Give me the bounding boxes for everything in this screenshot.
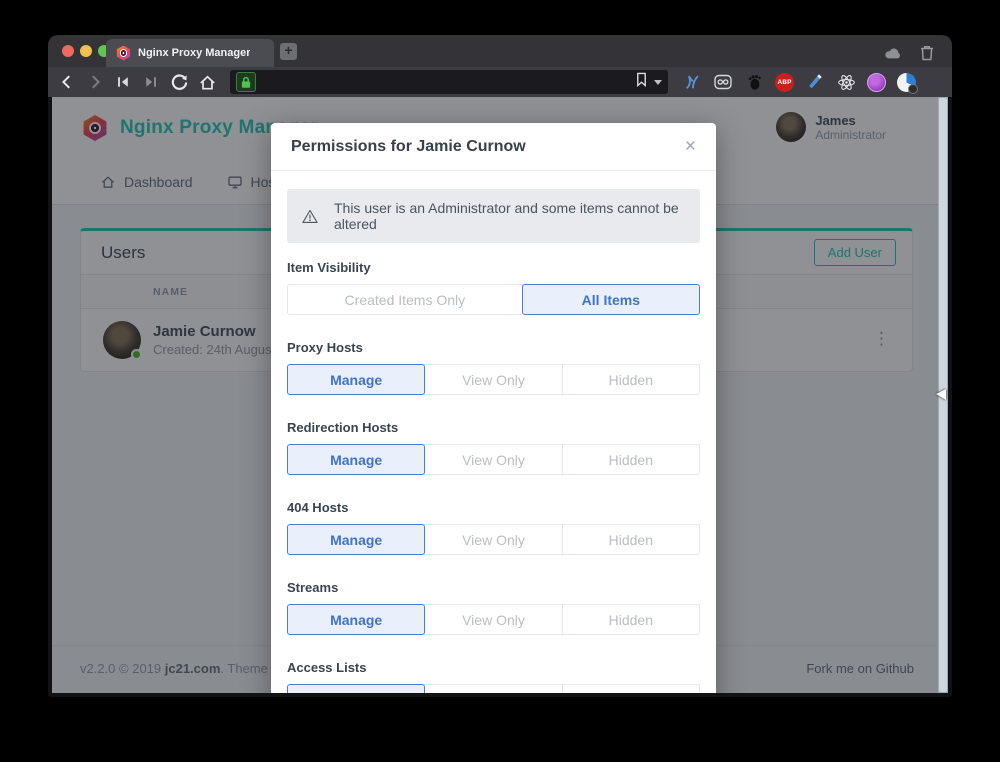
extension-timer-icon[interactable] <box>897 73 916 92</box>
redirection-hosts-group: Manage View Only Hidden <box>287 444 700 475</box>
alert-text: This user is an Administrator and some i… <box>334 200 686 232</box>
modal-body: This user is an Administrator and some i… <box>271 171 716 693</box>
extension-containers-icon[interactable] <box>713 72 733 92</box>
reload-icon[interactable] <box>168 71 190 93</box>
404-hosts-hidden-button[interactable]: Hidden <box>562 524 700 555</box>
access-lists-group: Manage View Only Hidden <box>287 684 700 693</box>
urlbar-dropdown-icon[interactable] <box>654 80 662 85</box>
extension-pen-icon[interactable] <box>805 72 825 92</box>
access-lists-manage-button[interactable]: Manage <box>287 684 425 693</box>
back-button-icon[interactable] <box>56 71 78 93</box>
skip-last-icon[interactable] <box>140 71 162 93</box>
proxy-hosts-manage-button[interactable]: Manage <box>287 364 425 395</box>
redirection-hosts-label: Redirection Hosts <box>287 420 700 435</box>
home-icon[interactable] <box>196 71 218 93</box>
access-lists-view-only-button[interactable]: View Only <box>424 684 562 693</box>
modal-close-icon[interactable]: × <box>685 137 696 156</box>
browser-titlebar: Nginx Proxy Manager + <box>48 35 952 67</box>
browser-window: Nginx Proxy Manager + <box>48 35 952 697</box>
browser-tab[interactable]: Nginx Proxy Manager <box>106 39 274 67</box>
extension-fork-icon[interactable] <box>682 72 702 92</box>
secure-lock-icon[interactable] <box>236 72 256 92</box>
skip-first-icon[interactable] <box>112 71 134 93</box>
extension-gnome-foot-icon[interactable] <box>744 72 764 92</box>
url-bar[interactable] <box>230 70 668 94</box>
page-viewport: Nginx Proxy Manager James Administrator … <box>52 97 938 693</box>
trash-icon[interactable] <box>916 42 938 64</box>
favicon-npm-icon <box>116 46 131 61</box>
visibility-all-items-button[interactable]: All Items <box>522 284 700 315</box>
streams-hidden-button[interactable]: Hidden <box>562 604 700 635</box>
warning-triangle-icon <box>301 207 319 226</box>
404-hosts-manage-button[interactable]: Manage <box>287 524 425 555</box>
streams-manage-button[interactable]: Manage <box>287 604 425 635</box>
cloud-sync-icon[interactable] <box>882 42 904 64</box>
404-hosts-label: 404 Hosts <box>287 500 700 515</box>
extension-atom-icon[interactable] <box>836 72 856 92</box>
proxy-hosts-hidden-button[interactable]: Hidden <box>562 364 700 395</box>
visibility-created-items-button[interactable]: Created Items Only <box>287 284 523 315</box>
modal-header: Permissions for Jamie Curnow × <box>271 123 716 171</box>
access-lists-hidden-button[interactable]: Hidden <box>562 684 700 693</box>
minimize-window-button[interactable] <box>80 45 92 57</box>
tab-title: Nginx Proxy Manager <box>138 47 250 59</box>
permissions-modal: Permissions for Jamie Curnow × This user… <box>271 123 716 693</box>
desktop-background: Nginx Proxy Manager + <box>0 0 1000 762</box>
404-hosts-group: Manage View Only Hidden <box>287 524 700 555</box>
redirection-hosts-hidden-button[interactable]: Hidden <box>562 444 700 475</box>
bookmark-icon[interactable] <box>635 72 648 92</box>
404-hosts-view-only-button[interactable]: View Only <box>424 524 562 555</box>
admin-warning-alert: This user is an Administrator and some i… <box>287 189 700 243</box>
browser-toolbar: ABP <box>48 67 952 97</box>
modal-title: Permissions for Jamie Curnow <box>291 138 526 156</box>
extension-adblock-plus-icon[interactable]: ABP <box>775 73 794 92</box>
forward-button-icon[interactable] <box>84 71 106 93</box>
proxy-hosts-view-only-button[interactable]: View Only <box>424 364 562 395</box>
proxy-hosts-label: Proxy Hosts <box>287 340 700 355</box>
streams-view-only-button[interactable]: View Only <box>424 604 562 635</box>
redirection-hosts-view-only-button[interactable]: View Only <box>424 444 562 475</box>
access-lists-label: Access Lists <box>287 660 700 675</box>
proxy-hosts-group: Manage View Only Hidden <box>287 364 700 395</box>
close-window-button[interactable] <box>62 45 74 57</box>
new-tab-button[interactable]: + <box>280 43 297 60</box>
redirection-hosts-manage-button[interactable]: Manage <box>287 444 425 475</box>
mouse-cursor <box>936 389 946 400</box>
streams-label: Streams <box>287 580 700 595</box>
item-visibility-group: Created Items Only All Items <box>287 284 700 315</box>
streams-group: Manage View Only Hidden <box>287 604 700 635</box>
extension-purple-icon[interactable] <box>867 73 886 92</box>
item-visibility-label: Item Visibility <box>287 260 700 275</box>
